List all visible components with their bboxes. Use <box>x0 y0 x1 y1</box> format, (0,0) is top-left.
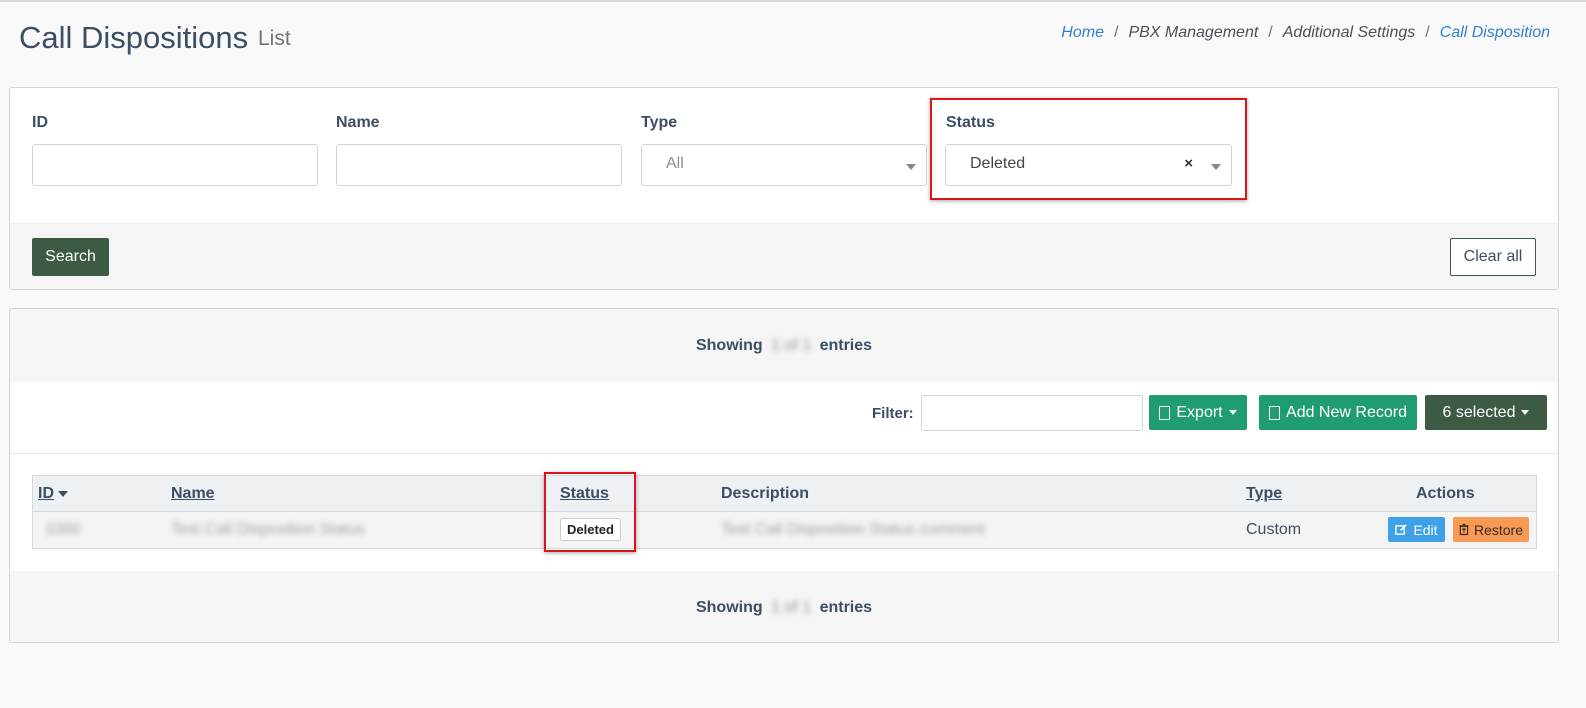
column-selector-button[interactable]: 6 selected <box>1425 395 1547 430</box>
type-select-placeholder: All <box>666 155 684 172</box>
breadcrumb-separator: / <box>1268 24 1273 41</box>
column-header-id-label: ID <box>38 485 54 502</box>
column-header-actions: Actions <box>1416 485 1475 502</box>
table-row: 1000 Test Call Disposition Status Delete… <box>33 512 1536 548</box>
showing-entries-top: Showing 1 of 1 entries <box>10 309 1558 382</box>
dispositions-table: ID Name Status Description Type Actions … <box>32 475 1537 549</box>
column-selector-label: 6 selected <box>1442 403 1516 421</box>
status-label: Status <box>946 114 995 131</box>
excel-file-icon <box>1159 405 1171 420</box>
name-input[interactable] <box>336 144 622 186</box>
filter-input[interactable] <box>921 395 1143 431</box>
showing-count: 1 of 1 <box>771 599 812 616</box>
breadcrumb-separator: / <box>1425 24 1430 41</box>
restore-button[interactable]: Restore <box>1453 517 1529 542</box>
id-input[interactable] <box>32 144 318 186</box>
table-header: ID Name Status Description Type Actions <box>33 476 1536 512</box>
chevron-down-icon <box>1211 164 1221 170</box>
page-subtitle: List <box>258 27 291 50</box>
trash-restore-icon <box>1459 523 1469 536</box>
search-panel: ID Name Type All Status Deleted × Search… <box>9 87 1559 290</box>
status-select[interactable]: Deleted × <box>945 144 1232 186</box>
row-id: 1000 <box>45 521 81 538</box>
row-name: Test Call Disposition Status <box>171 521 365 538</box>
column-header-id[interactable]: ID <box>38 485 68 503</box>
clear-all-button[interactable]: Clear all <box>1450 238 1536 276</box>
breadcrumb-call-disposition[interactable]: Call Disposition <box>1440 24 1550 41</box>
export-label: Export <box>1176 403 1223 421</box>
column-header-name[interactable]: Name <box>171 485 215 503</box>
name-label: Name <box>336 114 380 131</box>
showing-prefix: Showing <box>695 599 763 616</box>
breadcrumb-pbx-management: PBX Management <box>1128 24 1259 41</box>
showing-entries-bottom: Showing 1 of 1 entries <box>10 571 1558 642</box>
type-select[interactable]: All <box>641 144 927 186</box>
breadcrumb: Home / PBX Management / Additional Settings /… <box>1061 24 1550 42</box>
status-badge: Deleted <box>560 518 621 541</box>
page: Call Dispositions List Home / PBX Manageme… <box>0 0 1586 708</box>
showing-suffix: entries <box>819 337 873 354</box>
status-select-value: Deleted <box>970 155 1026 172</box>
list-toolbar: Filter: Export Add New Record 6 selected <box>10 382 1558 454</box>
breadcrumb-separator: / <box>1113 24 1119 41</box>
column-header-description: Description <box>721 485 810 502</box>
id-label: ID <box>32 114 48 131</box>
row-type: Custom <box>1246 521 1302 538</box>
breadcrumb-additional-settings: Additional Settings <box>1282 24 1416 41</box>
add-new-record-label: Add New Record <box>1286 403 1407 421</box>
page-title: Call Dispositions <box>19 20 249 55</box>
showing-suffix: entries <box>819 599 873 616</box>
chevron-down-icon <box>1521 410 1530 415</box>
edit-button[interactable]: Edit <box>1388 517 1445 542</box>
list-panel: Showing 1 of 1 entries Filter: Export Ad… <box>9 308 1559 643</box>
column-header-status[interactable]: Status <box>560 485 609 503</box>
edit-icon <box>1395 524 1408 535</box>
chevron-down-icon <box>1228 410 1237 415</box>
showing-count: 1 of 1 <box>771 337 812 354</box>
type-label: Type <box>641 114 678 131</box>
file-plus-icon <box>1269 405 1281 420</box>
column-header-type[interactable]: Type <box>1246 485 1282 503</box>
filter-label: Filter: <box>872 405 914 422</box>
row-description: Test Call Disposition Status comment <box>721 521 986 538</box>
edit-label: Edit <box>1413 521 1438 538</box>
export-button[interactable]: Export <box>1149 395 1247 430</box>
showing-prefix: Showing <box>695 337 763 354</box>
add-new-record-button[interactable]: Add New Record <box>1259 395 1417 430</box>
breadcrumb-home[interactable]: Home <box>1061 24 1104 41</box>
clear-icon[interactable]: × <box>1184 155 1193 172</box>
sort-desc-icon <box>58 490 68 497</box>
chevron-down-icon <box>906 164 916 170</box>
restore-label: Restore <box>1473 521 1523 538</box>
search-button[interactable]: Search <box>32 238 109 276</box>
search-footer: Search Clear all <box>10 223 1558 289</box>
